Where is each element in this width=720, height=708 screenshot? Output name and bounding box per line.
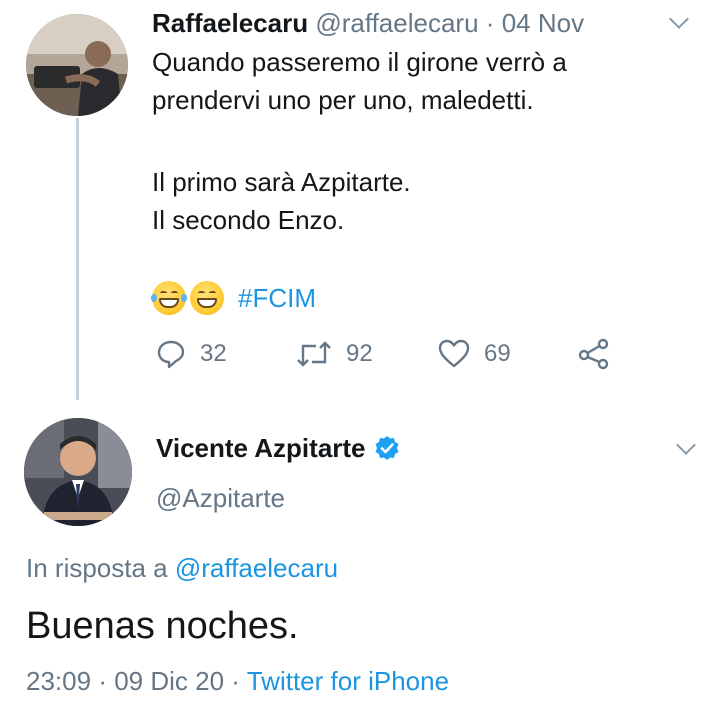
like-count: 69 <box>484 340 511 367</box>
meta-separator: · <box>98 666 107 696</box>
beaming-face-emoji <box>190 281 224 315</box>
tweet-date: 09 Dic 20 <box>114 666 225 696</box>
thread-connector-line <box>76 118 79 400</box>
avatar-azpitarte[interactable] <box>24 418 132 526</box>
tweet-source-link[interactable]: Twitter for iPhone <box>247 666 449 696</box>
parent-tweet-line: prendervi uno per uno, maledetti. <box>152 85 534 115</box>
grinning-squinting-face-emoji <box>151 281 187 315</box>
reply-tweet-text: Buenas noches. <box>26 605 299 647</box>
reply-mention-link[interactable]: @raffaelecaru <box>175 553 338 583</box>
reply-icon <box>157 340 185 369</box>
share-button[interactable] <box>578 336 610 372</box>
retweet-button[interactable]: 92 <box>296 336 373 372</box>
retweet-count: 92 <box>346 340 373 367</box>
reply-button[interactable]: 32 <box>156 336 227 372</box>
avatar-photo <box>26 14 128 116</box>
reply-display-name[interactable]: Vicente Azpitarte <box>156 432 366 464</box>
parent-tweet-line: Il secondo Enzo. <box>152 205 345 235</box>
avatar-raffaelecaru[interactable] <box>26 14 128 116</box>
reply-handle[interactable]: @Azpitarte <box>156 482 285 514</box>
tweet-thread: Raffaelecaru @raffaelecaru · 04 Nov Quan… <box>0 0 720 708</box>
chevron-down-icon[interactable] <box>676 435 696 455</box>
tweet-meta: 23:09 · 09 Dic 20 · Twitter for iPhone <box>26 664 449 698</box>
parent-handle[interactable]: @raffaelecaru <box>315 8 478 38</box>
tweet-time: 23:09 <box>26 666 92 696</box>
parent-tweet-header: Raffaelecaru @raffaelecaru · 04 Nov <box>152 8 584 38</box>
parent-tweet-line: Quando passeremo il girone verrò a <box>152 47 567 77</box>
reply-count: 32 <box>200 340 227 367</box>
meta-separator: · <box>231 666 240 696</box>
verified-badge-icon <box>375 436 399 460</box>
parent-date[interactable]: 04 Nov <box>502 8 584 38</box>
reply-prefix: In risposta a <box>26 553 168 583</box>
emoji-hashtag-row: #FCIM <box>151 280 316 316</box>
retweet-icon <box>297 341 331 367</box>
reply-author-row: Vicente Azpitarte <box>156 432 400 464</box>
hashtag-link[interactable]: #FCIM <box>238 280 316 316</box>
share-icon <box>578 338 609 370</box>
heart-icon <box>438 339 470 368</box>
avatar-photo <box>24 418 132 526</box>
in-reply-to-line: In risposta a @raffaelecaru <box>26 551 338 585</box>
like-button[interactable]: 69 <box>438 336 511 372</box>
header-separator: · <box>485 8 495 38</box>
parent-tweet-line: Il primo sarà Azpitarte. <box>152 167 411 197</box>
parent-display-name[interactable]: Raffaelecaru <box>152 8 308 38</box>
chevron-down-icon[interactable] <box>669 9 689 29</box>
